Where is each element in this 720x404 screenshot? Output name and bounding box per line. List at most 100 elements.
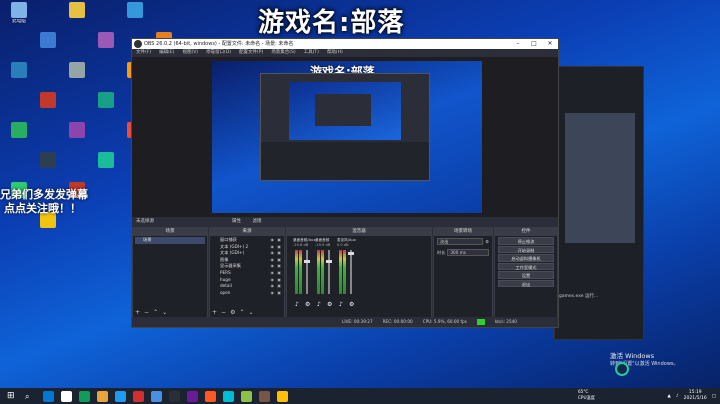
notification-icon[interactable]: □ bbox=[712, 394, 716, 399]
chevron-up-icon[interactable]: ⌃ bbox=[153, 309, 158, 316]
close-icon[interactable]: ✕ bbox=[542, 39, 558, 49]
filters-button[interactable]: 滤镜 bbox=[252, 219, 261, 224]
taskbar-app-icon[interactable] bbox=[97, 390, 108, 402]
add-icon[interactable]: + bbox=[135, 309, 140, 316]
lock-icon[interactable]: ▣ bbox=[277, 277, 281, 284]
eye-icon[interactable]: ◉ bbox=[271, 257, 275, 264]
desktop-icon[interactable] bbox=[91, 152, 121, 179]
control-button[interactable]: 工作室模式 bbox=[498, 262, 554, 270]
preview-canvas[interactable]: 游戏名:部落 bbox=[212, 61, 482, 213]
volume-slider-handle[interactable] bbox=[304, 260, 310, 263]
eye-icon[interactable]: ◉ bbox=[271, 290, 275, 297]
background-window[interactable]: games.exe 运行... bbox=[554, 66, 644, 340]
duration-input[interactable]: 300 ms bbox=[447, 249, 489, 256]
gear-icon[interactable]: ⚙ bbox=[305, 301, 310, 308]
remove-icon[interactable]: − bbox=[144, 309, 149, 316]
eye-icon[interactable]: ◉ bbox=[271, 283, 275, 290]
clock[interactable]: 15:19 2021/5/16 bbox=[684, 390, 707, 402]
lock-icon[interactable]: ▣ bbox=[277, 290, 281, 297]
volume-slider-handle[interactable] bbox=[326, 260, 332, 263]
menu-item[interactable]: 场景集合(S) bbox=[271, 49, 295, 57]
menu-item[interactable]: 停靠窗口(D) bbox=[206, 49, 231, 57]
properties-button[interactable]: 属性 bbox=[232, 219, 241, 224]
desktop-icon[interactable] bbox=[91, 32, 121, 59]
taskbar-app-icon[interactable] bbox=[133, 390, 144, 402]
menu-item[interactable]: 编辑(E) bbox=[159, 49, 174, 57]
lock-icon[interactable]: ▣ bbox=[277, 244, 281, 251]
control-button[interactable]: 停止推流 bbox=[498, 237, 554, 245]
desktop-icon[interactable] bbox=[33, 32, 63, 59]
speaker-icon[interactable]: ♪ bbox=[295, 301, 299, 308]
menu-item[interactable]: 工具(T) bbox=[304, 49, 319, 57]
obs-window[interactable]: OBS 26.0.2 (64-bit, windows) - 配置文件: 未命名… bbox=[131, 38, 559, 328]
chevron-up-icon[interactable]: ⌃ bbox=[239, 309, 244, 316]
desktop-icon[interactable]: 此电脑 bbox=[4, 2, 34, 29]
speaker-icon[interactable]: ♪ bbox=[339, 301, 343, 308]
desktop-icon[interactable] bbox=[4, 122, 34, 149]
lock-icon[interactable]: ▣ bbox=[277, 270, 281, 277]
gear-icon[interactable]: ⚙ bbox=[230, 309, 235, 316]
taskbar-app-icon[interactable] bbox=[169, 390, 180, 402]
eye-icon[interactable]: ◉ bbox=[271, 263, 275, 270]
control-button[interactable]: 退出 bbox=[498, 279, 554, 287]
taskbar-app-icon[interactable] bbox=[241, 390, 252, 402]
eye-icon[interactable]: ◉ bbox=[271, 237, 275, 244]
source-item[interactable]: open ◉ ▣ bbox=[212, 290, 282, 297]
add-icon[interactable]: + bbox=[212, 309, 217, 316]
desktop-icon[interactable] bbox=[62, 122, 92, 149]
chevron-down-icon[interactable]: ⌄ bbox=[162, 309, 167, 316]
gear-icon[interactable]: ⚙ bbox=[349, 301, 354, 308]
scene-item[interactable]: 场景 bbox=[135, 237, 205, 244]
network-icon[interactable]: ▲ bbox=[667, 394, 670, 399]
control-button[interactable]: 开始录制 bbox=[498, 245, 554, 253]
control-button[interactable]: 设置 bbox=[498, 271, 554, 279]
taskbar-app-icon[interactable] bbox=[61, 390, 72, 402]
lock-icon[interactable]: ▣ bbox=[277, 283, 281, 290]
maximize-icon[interactable]: □ bbox=[526, 39, 542, 49]
source-item[interactable]: 显示器采集 ◉ ▣ bbox=[212, 263, 282, 270]
transition-select[interactable]: 淡出 bbox=[437, 238, 484, 245]
gear-icon[interactable]: ⚙ bbox=[327, 301, 332, 308]
desktop-icon[interactable] bbox=[62, 2, 92, 29]
desktop-icon[interactable] bbox=[33, 152, 63, 179]
desktop-icon[interactable] bbox=[91, 92, 121, 119]
taskbar-app-icon[interactable] bbox=[187, 390, 198, 402]
desktop-icon[interactable] bbox=[4, 62, 34, 89]
lock-icon[interactable]: ▣ bbox=[277, 263, 281, 270]
gear-icon[interactable]: ⚙ bbox=[485, 239, 489, 244]
menu-item[interactable]: 帮助(H) bbox=[327, 49, 343, 57]
source-item[interactable]: 文本 (GDI+) ◉ ▣ bbox=[212, 250, 282, 257]
desktop-icon[interactable] bbox=[62, 62, 92, 89]
taskbar-app-icon[interactable] bbox=[223, 390, 234, 402]
desktop-icon[interactable] bbox=[120, 2, 150, 29]
source-item[interactable]: detail ◉ ▣ bbox=[212, 283, 282, 290]
volume-slider-handle[interactable] bbox=[348, 252, 354, 255]
source-item[interactable]: 窗口捕获 ◉ ▣ bbox=[212, 237, 282, 244]
lock-icon[interactable]: ▣ bbox=[277, 257, 281, 264]
eye-icon[interactable]: ◉ bbox=[271, 244, 275, 251]
chevron-down-icon[interactable]: ⌄ bbox=[248, 309, 253, 316]
volume-icon[interactable]: ♪ bbox=[676, 394, 679, 399]
lock-icon[interactable]: ▣ bbox=[277, 250, 281, 257]
start-button-icon[interactable]: ⊞ bbox=[7, 391, 18, 402]
eye-icon[interactable]: ◉ bbox=[271, 270, 275, 277]
minimize-icon[interactable]: – bbox=[510, 39, 526, 49]
floating-assistant-icon[interactable] bbox=[615, 362, 629, 376]
obs-titlebar[interactable]: OBS 26.0.2 (64-bit, windows) - 配置文件: 未命名… bbox=[132, 39, 558, 49]
taskbar-app-icon[interactable] bbox=[205, 390, 216, 402]
search-icon[interactable]: ⌕ bbox=[25, 391, 36, 402]
control-button[interactable]: 启动虚拟摄像机 bbox=[498, 254, 554, 262]
remove-icon[interactable]: − bbox=[221, 309, 226, 316]
desktop-icon[interactable] bbox=[33, 92, 63, 119]
menu-item[interactable]: 视图(V) bbox=[182, 49, 198, 57]
volume-slider[interactable] bbox=[350, 250, 352, 294]
speaker-icon[interactable]: ♪ bbox=[317, 301, 321, 308]
lock-icon[interactable]: ▣ bbox=[277, 237, 281, 244]
menu-item[interactable]: 文件(F) bbox=[136, 49, 151, 57]
source-item[interactable]: huge ◉ ▣ bbox=[212, 277, 282, 284]
taskbar-app-icon[interactable] bbox=[79, 390, 90, 402]
source-item[interactable]: PERS ◉ ▣ bbox=[212, 270, 282, 277]
taskbar-app-icon[interactable] bbox=[277, 390, 288, 402]
eye-icon[interactable]: ◉ bbox=[271, 250, 275, 257]
volume-slider[interactable] bbox=[306, 250, 308, 294]
